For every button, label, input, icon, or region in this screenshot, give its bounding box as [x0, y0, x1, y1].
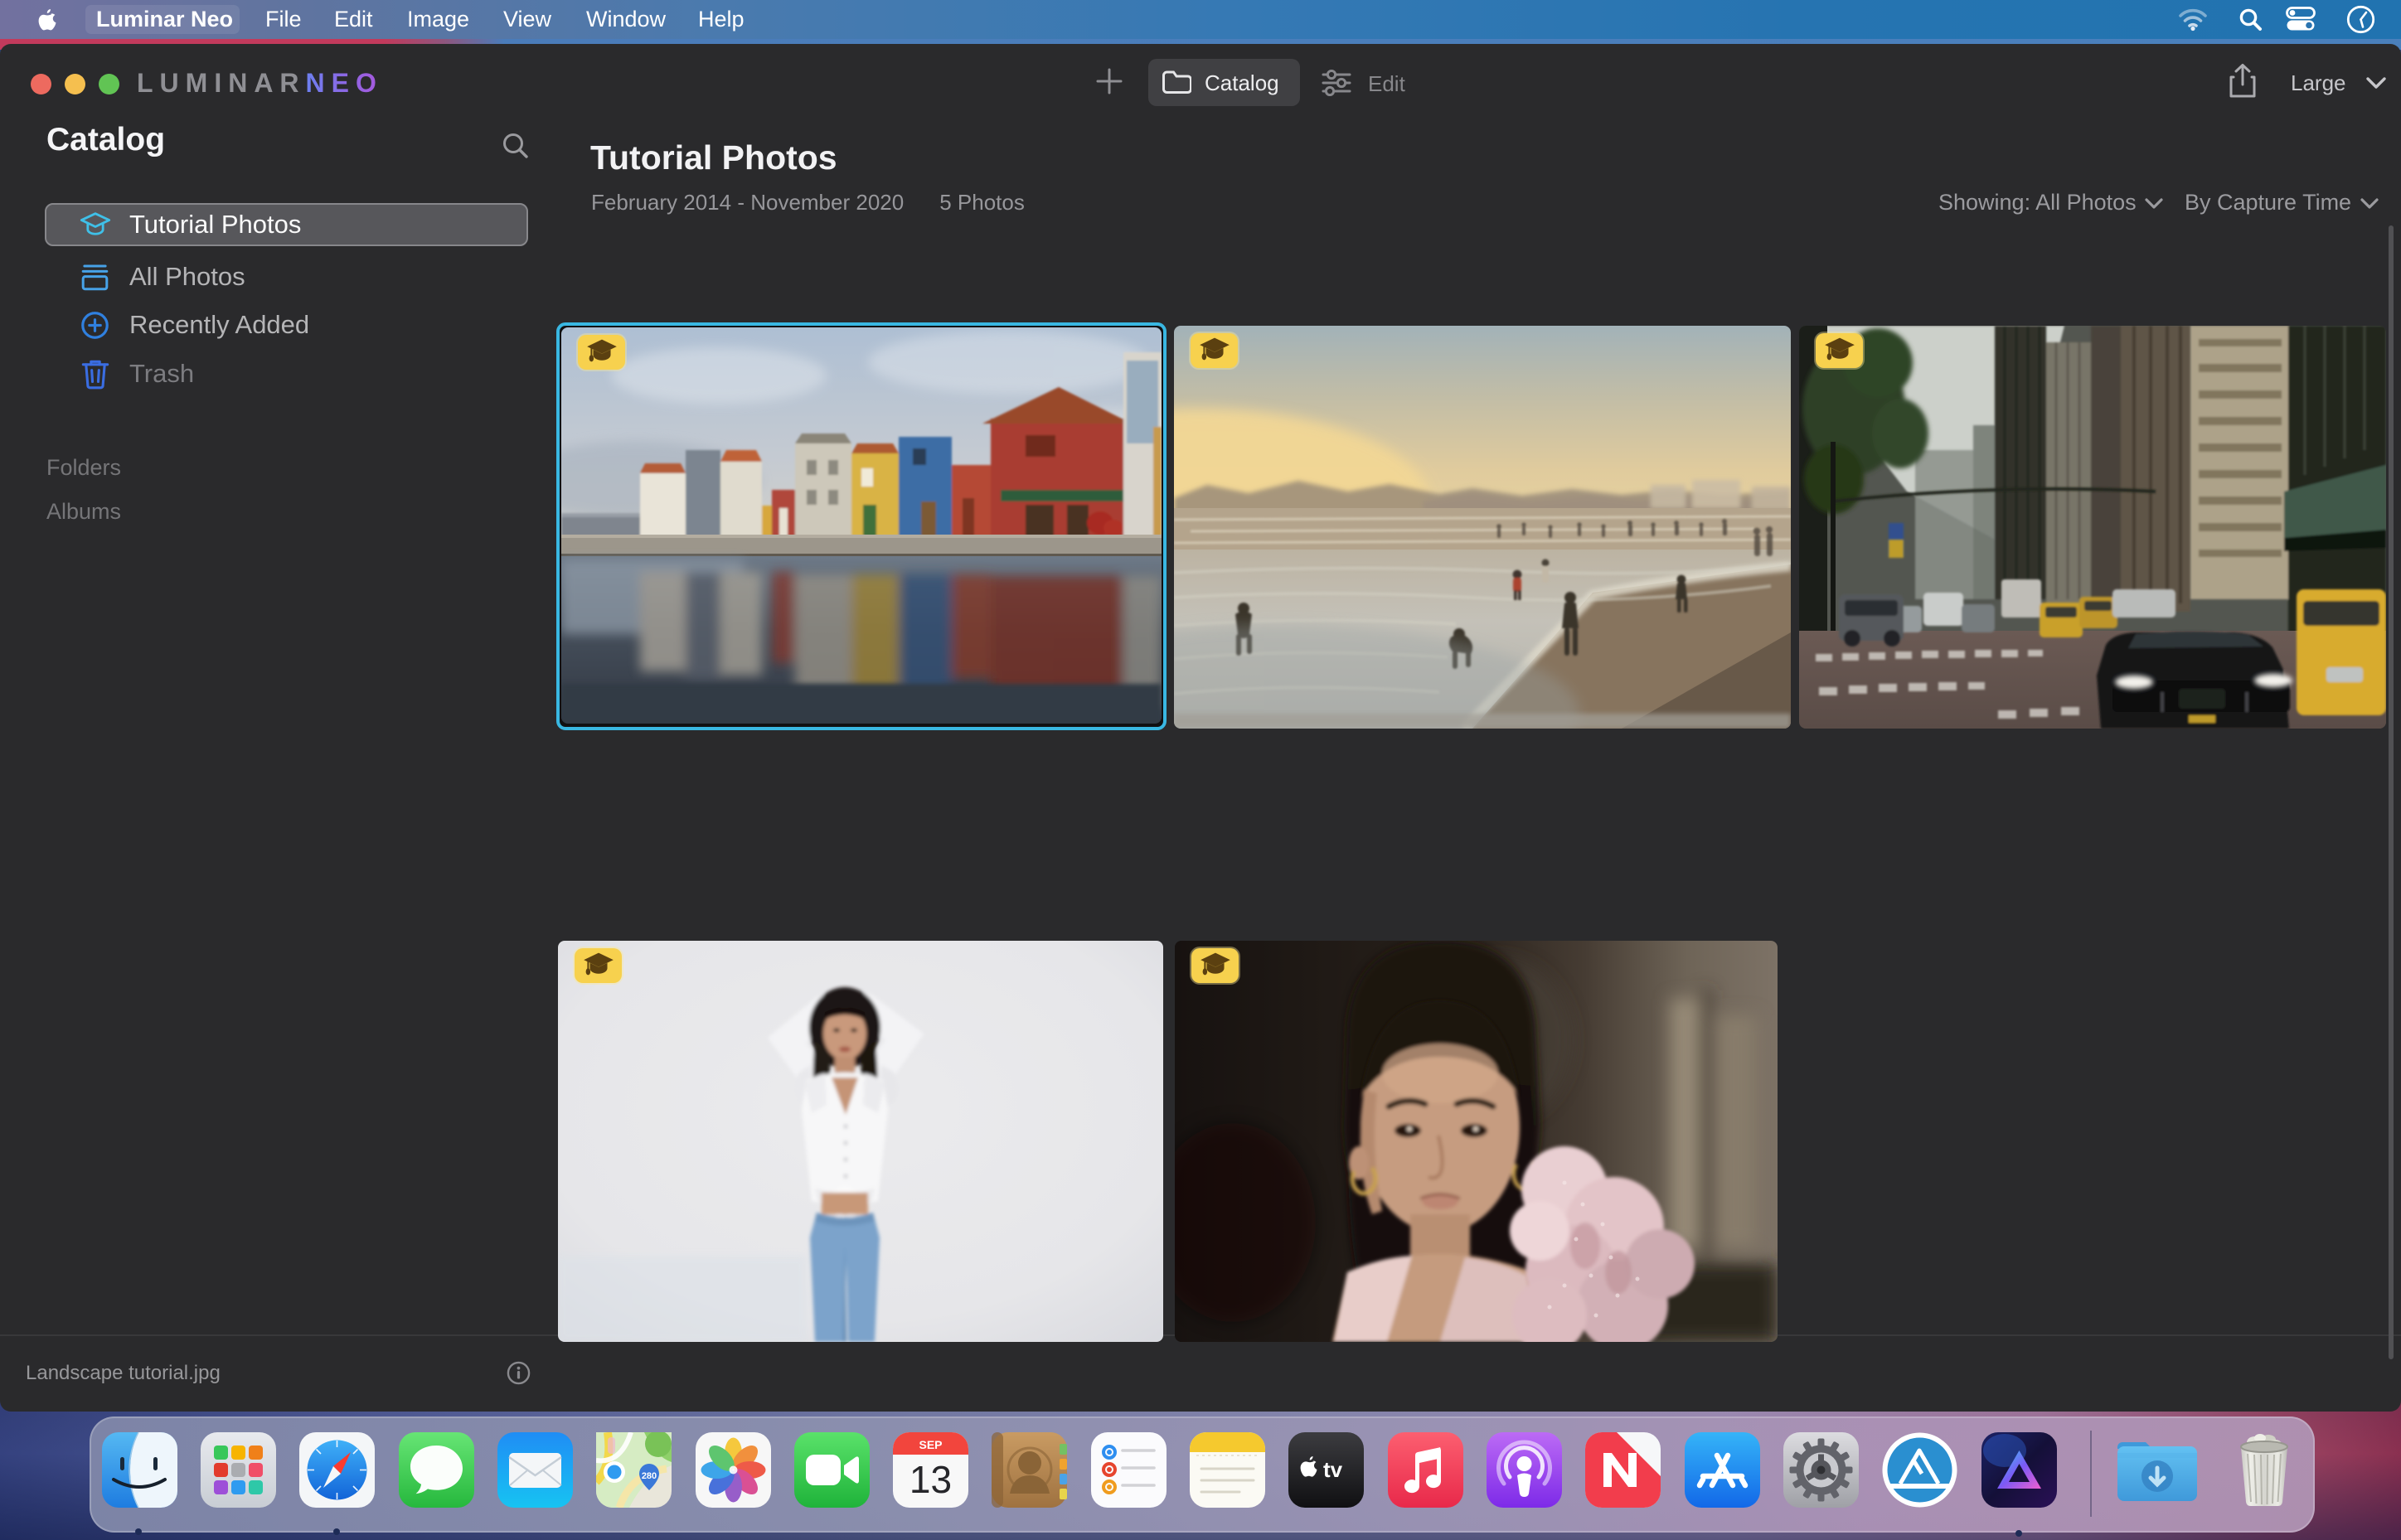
svg-text:280: 280	[642, 1471, 657, 1481]
svg-text:SEP: SEP	[919, 1438, 942, 1451]
svg-text:13: 13	[909, 1458, 952, 1501]
svg-text:tv: tv	[1323, 1457, 1343, 1482]
